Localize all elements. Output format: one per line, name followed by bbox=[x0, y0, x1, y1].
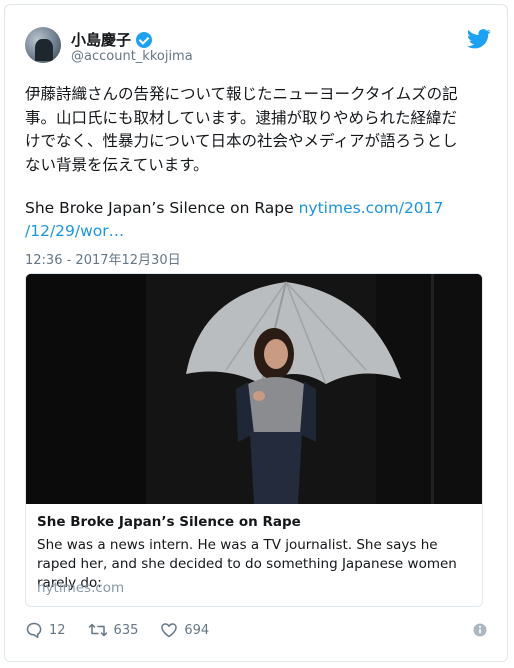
tweet-link-headline: She Broke Japan’s Silence on Rape bbox=[25, 199, 299, 217]
reply-count: 12 bbox=[49, 622, 66, 638]
author-display-name[interactable]: 小島慶子 bbox=[71, 29, 131, 50]
tweet-text: 伊藤詩織さんの告発について報じたニューヨークタイムズの記 事。山口氏にも取材して… bbox=[25, 85, 458, 174]
reply-button[interactable]: 12 bbox=[25, 621, 66, 639]
card-domain: nytimes.com bbox=[37, 580, 125, 596]
twitter-bird-icon[interactable] bbox=[467, 29, 491, 49]
tweet-container: 小島慶子 @account_kkojima 伊藤詩織さんの告発について報じたニュ… bbox=[4, 4, 508, 662]
woman-with-umbrella-photo bbox=[26, 274, 482, 504]
tweet-actions: 12 635 694 bbox=[25, 621, 209, 639]
link-card[interactable]: She Broke Japan’s Silence on Rape She wa… bbox=[25, 273, 483, 607]
verified-badge-icon bbox=[136, 31, 153, 48]
like-count: 694 bbox=[184, 622, 210, 638]
info-icon[interactable] bbox=[473, 623, 487, 637]
retweet-button[interactable]: 635 bbox=[88, 621, 139, 639]
tweet-link-line: She Broke Japan’s Silence on Rape nytime… bbox=[25, 197, 445, 243]
author-name-row[interactable]: 小島慶子 bbox=[71, 29, 153, 50]
card-title[interactable]: She Broke Japan’s Silence on Rape bbox=[37, 514, 301, 530]
retweet-icon bbox=[88, 623, 107, 637]
like-button[interactable]: 694 bbox=[160, 621, 209, 639]
reply-icon bbox=[26, 622, 42, 639]
tweet-link-url-part1[interactable]: nytimes.com/2017 bbox=[299, 199, 444, 217]
author-handle[interactable]: @account_kkojima bbox=[71, 49, 193, 64]
tweet-timestamp[interactable]: 12:36 - 2017年12月30日 bbox=[25, 249, 181, 268]
retweet-count: 635 bbox=[113, 622, 139, 638]
avatar[interactable] bbox=[25, 27, 61, 63]
like-icon bbox=[161, 623, 178, 638]
card-image[interactable] bbox=[26, 274, 482, 504]
tweet-link-url-part2[interactable]: /12/29/wor… bbox=[25, 222, 124, 240]
